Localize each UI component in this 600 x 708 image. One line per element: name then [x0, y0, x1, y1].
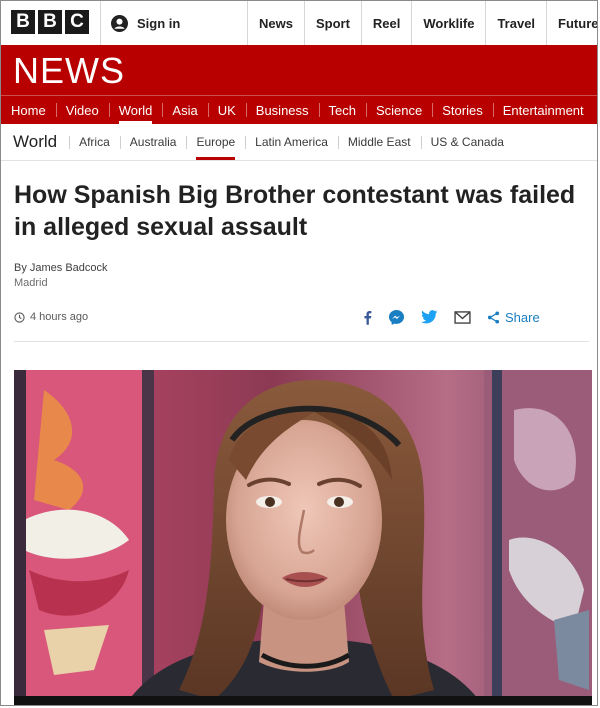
- header-rule: [14, 341, 589, 342]
- news-nav-world[interactable]: World: [108, 96, 163, 124]
- article-hero-image[interactable]: [14, 370, 592, 705]
- sign-in-link[interactable]: Sign in: [100, 1, 180, 45]
- email-icon: [454, 310, 471, 324]
- subnav-europe[interactable]: Europe: [186, 135, 245, 160]
- news-nav-tech[interactable]: Tech: [318, 96, 366, 124]
- subnav-us-canada[interactable]: US & Canada: [420, 135, 514, 149]
- email-share-button[interactable]: [454, 310, 471, 324]
- world-subnav: World Africa Australia Europe Latin Amer…: [1, 124, 597, 161]
- messenger-icon: [388, 309, 405, 325]
- news-nav-uk[interactable]: UK: [207, 96, 246, 124]
- share-button[interactable]: Share: [487, 310, 540, 325]
- subnav-section-title[interactable]: World: [1, 132, 69, 152]
- news-nav: Home Video World Asia UK Business Tech S…: [1, 96, 594, 124]
- page-frame: B B C Sign in News Sport Reel Worklife T…: [0, 0, 598, 706]
- news-title[interactable]: NEWS: [13, 50, 125, 92]
- news-nav-video[interactable]: Video: [55, 96, 109, 124]
- subnav-africa[interactable]: Africa: [69, 135, 120, 149]
- global-nav-worklife[interactable]: Worklife: [411, 1, 485, 45]
- timestamp-text: 4 hours ago: [30, 311, 89, 323]
- global-nav-sport[interactable]: Sport: [303, 1, 361, 45]
- share-tools: Share: [363, 307, 540, 327]
- clock-icon: [14, 311, 25, 323]
- facebook-icon: [364, 310, 372, 325]
- logo-letter: B: [38, 10, 62, 34]
- share-label: Share: [505, 309, 540, 325]
- global-nav-news[interactable]: News: [247, 1, 304, 45]
- byline-location: Madrid: [14, 277, 48, 289]
- news-nav-entertainment[interactable]: Entertainment: [492, 96, 594, 124]
- global-nav-travel[interactable]: Travel: [485, 1, 546, 45]
- logo-letter: B: [11, 10, 35, 34]
- global-nav: News Sport Reel Worklife Travel Future M: [247, 1, 597, 45]
- hero-photo: [14, 370, 592, 705]
- twitter-icon: [421, 310, 438, 324]
- article-headline: How Spanish Big Brother contestant was f…: [14, 181, 576, 241]
- messenger-share-button[interactable]: [388, 309, 405, 326]
- news-nav-stories[interactable]: Stories: [432, 96, 492, 124]
- global-header: B B C Sign in News Sport Reel Worklife T…: [1, 1, 597, 46]
- news-header: NEWS Home Video World Asia UK Business T…: [1, 45, 597, 124]
- subnav-latin-america[interactable]: Latin America: [245, 135, 338, 149]
- global-nav-future[interactable]: Future: [546, 1, 597, 45]
- byline-author: By James Badcock: [14, 262, 108, 274]
- news-nav-business[interactable]: Business: [245, 96, 319, 124]
- twitter-share-button[interactable]: [421, 310, 438, 324]
- share-icon: [487, 310, 500, 324]
- subnav-australia[interactable]: Australia: [119, 135, 187, 149]
- person-icon: [111, 14, 128, 32]
- byline: By James Badcock Madrid: [14, 261, 108, 291]
- news-nav-asia[interactable]: Asia: [162, 96, 207, 124]
- logo-letter: C: [65, 10, 89, 34]
- news-nav-science[interactable]: Science: [366, 96, 432, 124]
- news-nav-home[interactable]: Home: [1, 96, 56, 124]
- subnav-middle-east[interactable]: Middle East: [337, 135, 421, 149]
- facebook-share-button[interactable]: [363, 310, 372, 325]
- bbc-logo[interactable]: B B C: [11, 10, 89, 34]
- global-nav-reel[interactable]: Reel: [360, 1, 411, 45]
- sign-in-label: Sign in: [137, 15, 181, 31]
- article-timestamp: 4 hours ago: [14, 311, 88, 323]
